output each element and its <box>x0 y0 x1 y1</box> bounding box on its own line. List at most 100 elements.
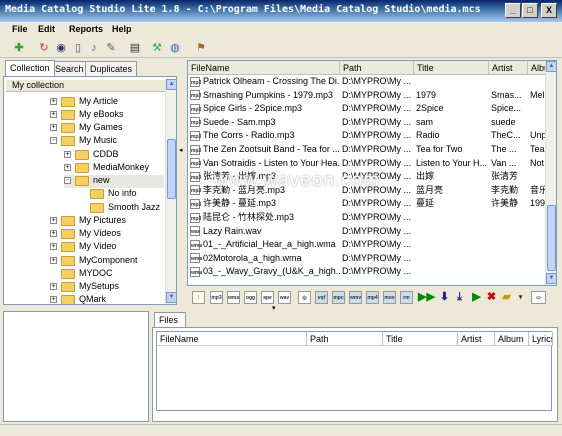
tab-search[interactable]: Search <box>50 61 89 76</box>
column-header-title[interactable]: Title <box>414 61 489 75</box>
tree-item-selected[interactable]: - new <box>64 175 164 188</box>
tab-duplicates[interactable]: Duplicates <box>85 61 138 76</box>
file-row[interactable]: mp3 Suede - Sam.mp3 D:\MYPRO\My ... sam sued… <box>188 116 548 128</box>
file-row[interactable]: mp3 许美静 - 蔓延.mp3 D:\MYPRO\My ... 蔓延 许美静 199 <box>188 197 548 210</box>
expand-icon[interactable]: + <box>50 124 57 132</box>
report-icon[interactable]: ▤ <box>128 41 142 55</box>
filter-wma-icon[interactable]: wma <box>227 291 240 304</box>
file-row[interactable]: mp3 Van Sotraidis - Listen to Your Hea...… <box>188 157 548 169</box>
view-toggle-icon[interactable]: ▭ <box>531 291 546 304</box>
files-column-album[interactable]: Album <box>495 332 529 346</box>
folder-icon[interactable]: ▰ <box>500 291 513 304</box>
filter-vqf-icon[interactable]: vqf <box>315 291 328 304</box>
warning-icon[interactable]: ! <box>192 291 205 304</box>
files-list[interactable]: FileName Path Title Artist Album Lyrics <box>156 331 553 411</box>
column-header-path[interactable]: Path <box>340 61 414 75</box>
file-row[interactable]: mp3 Spice Girls - 2Spice.mp3 D:\MYPRO\My .… <box>188 102 548 114</box>
scroll-up-icon[interactable]: ▲ <box>166 79 177 90</box>
tree-item[interactable]: + My Video <box>50 241 116 254</box>
tree-item[interactable]: + QMark <box>50 294 106 304</box>
tree-item[interactable]: + My eBooks <box>50 109 124 122</box>
files-column-filename[interactable]: FileName <box>157 332 307 346</box>
tab-files[interactable]: Files <box>154 312 186 327</box>
dropdown-icon[interactable]: ▾ <box>514 291 527 304</box>
move-down-icon[interactable]: ⬇ <box>438 291 451 304</box>
files-column-lyrics[interactable]: Lyrics <box>529 332 553 346</box>
tree-item[interactable]: + My Article <box>50 96 118 109</box>
tree-root[interactable]: My collection <box>6 80 174 92</box>
collapse-icon[interactable]: - <box>64 177 71 185</box>
refresh-icon[interactable]: ↻ <box>37 41 51 55</box>
filter-ape-icon[interactable]: ape <box>261 291 274 304</box>
scroll-up-icon[interactable]: ▲ <box>546 61 556 72</box>
expand-icon[interactable]: + <box>50 257 57 265</box>
files-column-title[interactable]: Title <box>383 332 458 346</box>
menu-reports[interactable]: Reports <box>69 24 103 34</box>
filter-rm-icon[interactable]: rm <box>400 291 413 304</box>
document-icon[interactable]: ▯ <box>71 41 85 55</box>
file-row[interactable]: mp3 The Zen Zootsuit Band - Tea for ... D:… <box>188 143 548 155</box>
play-icon[interactable]: ▶ <box>470 291 483 304</box>
music-icon[interactable]: ♪ <box>87 41 101 55</box>
expand-icon[interactable]: + <box>50 217 57 225</box>
edit-icon[interactable]: ✎ <box>104 41 118 55</box>
title-bar[interactable]: Media Catalog Studio Lite 1.8 - C:\Progr… <box>0 0 562 22</box>
filter-mp3-icon[interactable]: mp3 <box>210 291 223 304</box>
file-row[interactable]: wma01_-_Artificial_Hear_a_high.wma D:\MYP… <box>188 238 548 250</box>
minimize-button[interactable]: _ <box>505 3 521 18</box>
scroll-thumb[interactable] <box>167 139 176 199</box>
close-button[interactable]: X <box>541 3 557 18</box>
settings-icon[interactable]: ⚑ <box>194 41 208 55</box>
filter-wmv-icon[interactable]: wmv <box>349 291 362 304</box>
tab-collection[interactable]: Collection <box>5 60 55 76</box>
disc-icon[interactable]: ◉ <box>54 41 68 55</box>
expand-icon[interactable]: + <box>50 230 57 238</box>
file-row[interactable]: wav Lazy Rain.wav D:\MYPRO\My ... <box>188 225 548 237</box>
tree-item[interactable]: + My Videos <box>50 228 121 241</box>
files-column-artist[interactable]: Artist <box>458 332 495 346</box>
expand-icon[interactable]: + <box>64 164 71 172</box>
file-row[interactable]: mp3 Smashing Pumpkins - 1979.mp3 D:\MYPRO\… <box>188 89 548 101</box>
expand-icon[interactable]: + <box>50 243 57 251</box>
scroll-down-icon[interactable]: ▼ <box>166 292 177 303</box>
tree-item[interactable]: - My Music <box>50 135 117 148</box>
menu-help[interactable]: Help <box>112 24 132 34</box>
tree-item[interactable]: MYDOC <box>61 268 113 281</box>
tree-scrollbar[interactable]: ▲ ▼ <box>165 79 177 304</box>
file-row[interactable]: mp3 The Corrs - Radio.mp3 D:\MYPRO\My ... R… <box>188 129 548 142</box>
expand-icon[interactable]: + <box>50 98 57 106</box>
globe-icon[interactable]: ◍ <box>168 41 182 55</box>
tree-item[interactable]: No info <box>90 188 137 201</box>
file-row[interactable]: wma03_-_Wavy_Gravy_(U&K_a_high... D:\MYPR… <box>188 265 548 278</box>
filter-ogg-icon[interactable]: ogg <box>244 291 257 304</box>
tree-item[interactable]: + MySetups <box>50 281 119 294</box>
filter-wav-icon[interactable]: wav <box>278 291 291 304</box>
move-bottom-icon[interactable]: ⤓ <box>453 291 466 304</box>
filter-mp4-icon[interactable]: mp4 <box>366 291 379 304</box>
file-row[interactable]: wma02Motorola_a_high.wma D:\MYPRO\My ... <box>188 252 548 264</box>
column-header-artist[interactable]: Artist <box>489 61 528 75</box>
expand-icon[interactable]: + <box>50 296 57 304</box>
column-header-filename[interactable]: FileName <box>188 61 340 75</box>
maximize-button[interactable]: □ <box>522 3 538 18</box>
collapse-left-icon[interactable]: ◂ <box>179 146 183 154</box>
collection-tree[interactable]: My collection + My Article + My eBooks + My… <box>3 76 177 305</box>
tree-item[interactable]: + My Games <box>50 122 123 135</box>
scroll-down-icon[interactable]: ▼ <box>546 273 556 284</box>
filter-cd-icon[interactable]: ◎ <box>298 291 311 304</box>
play-all-icon[interactable]: ▶▶ <box>418 291 435 304</box>
tree-item[interactable]: + CDDB <box>64 149 119 162</box>
menu-file[interactable]: File <box>12 24 28 34</box>
collapse-icon[interactable]: - <box>50 137 57 145</box>
file-row[interactable]: mp3 陆昆仑 - 竹林探处.mp3 D:\MYPRO\My ... <box>188 211 548 223</box>
tools-icon[interactable]: ⚒ <box>150 41 164 55</box>
delete-icon[interactable]: ✖ <box>485 291 498 304</box>
tree-item[interactable]: Smooth Jazz <box>90 202 160 215</box>
menu-edit[interactable]: Edit <box>38 24 55 34</box>
filter-mpc-icon[interactable]: mpc <box>332 291 345 304</box>
file-row[interactable]: mp3 Patrick Olheam - Crossing The Di... D:… <box>188 75 548 87</box>
scroll-thumb[interactable] <box>547 205 556 271</box>
file-list-scrollbar[interactable]: ▲ ▼ <box>545 61 556 285</box>
expand-icon[interactable]: + <box>50 283 57 291</box>
tree-item[interactable]: + MediaMonkey <box>64 162 149 175</box>
